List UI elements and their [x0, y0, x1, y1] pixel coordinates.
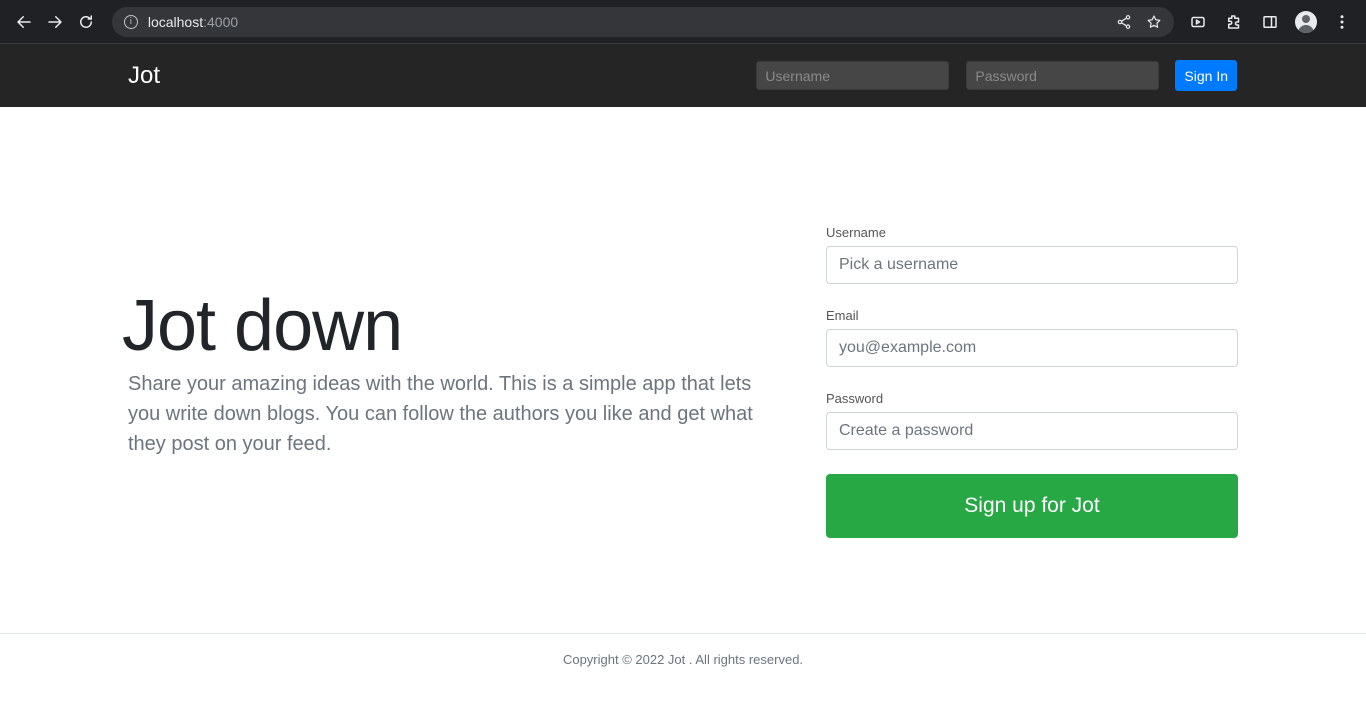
star-icon[interactable] — [1146, 14, 1162, 30]
signin-form: Sign In — [739, 60, 1237, 91]
signup-username-input[interactable] — [826, 246, 1238, 284]
email-label: Email — [826, 308, 859, 323]
brand-logo[interactable]: Jot — [128, 62, 160, 90]
forward-button[interactable] — [39, 6, 70, 38]
signup-password-input[interactable] — [826, 412, 1238, 450]
info-icon[interactable]: i — [123, 14, 138, 29]
password-field: Password — [826, 391, 1238, 450]
reload-button[interactable] — [71, 6, 102, 38]
hero-lead: Share your amazing ideas with the world.… — [128, 373, 753, 455]
hero: Jot down Share your amazing ideas with t… — [122, 283, 778, 459]
profile-icon — [1295, 10, 1317, 33]
signin-password-input[interactable] — [966, 61, 1160, 90]
media-button[interactable] — [1182, 6, 1214, 38]
main-content: Jot down Share your amazing ideas with t… — [0, 107, 1366, 633]
password-label: Password — [826, 391, 884, 406]
side-panel-icon — [1263, 15, 1277, 28]
reload-icon — [80, 14, 93, 28]
profile-button[interactable] — [1290, 6, 1322, 38]
site-navbar: Jot Sign In — [0, 44, 1366, 107]
hero-title: Jot down — [122, 286, 403, 366]
signup-email-input[interactable] — [826, 329, 1238, 367]
back-button[interactable] — [8, 6, 39, 38]
extensions-icon — [1228, 14, 1240, 29]
signin-button[interactable]: Sign In — [1175, 60, 1237, 91]
media-icon — [1191, 16, 1205, 27]
address-bar[interactable]: i localhost:4000 — [111, 6, 1174, 37]
share-icon[interactable] — [1116, 14, 1132, 30]
browser-toolbar: i localhost:4000 — [0, 0, 1366, 44]
url-port: :4000 — [203, 13, 239, 30]
signup-form: Username Email Password Sign up for Jot — [826, 225, 1238, 538]
copyright-text: Copyright © 2022 Jot . All rights reserv… — [562, 652, 804, 667]
side-panel-button[interactable] — [1254, 6, 1286, 38]
email-field: Email — [826, 308, 1238, 367]
extensions-button[interactable] — [1218, 6, 1250, 38]
footer: Copyright © 2022 Jot . All rights reserv… — [0, 633, 1366, 707]
username-label: Username — [826, 225, 886, 240]
signin-username-input[interactable] — [756, 61, 950, 90]
menu-button[interactable] — [1326, 6, 1358, 38]
username-field: Username — [826, 225, 1238, 284]
url-host: localhost — [147, 13, 204, 30]
signup-button[interactable]: Sign up for Jot — [826, 474, 1238, 538]
forward-icon — [48, 15, 62, 28]
back-icon — [16, 15, 31, 28]
menu-icon — [1340, 14, 1344, 29]
